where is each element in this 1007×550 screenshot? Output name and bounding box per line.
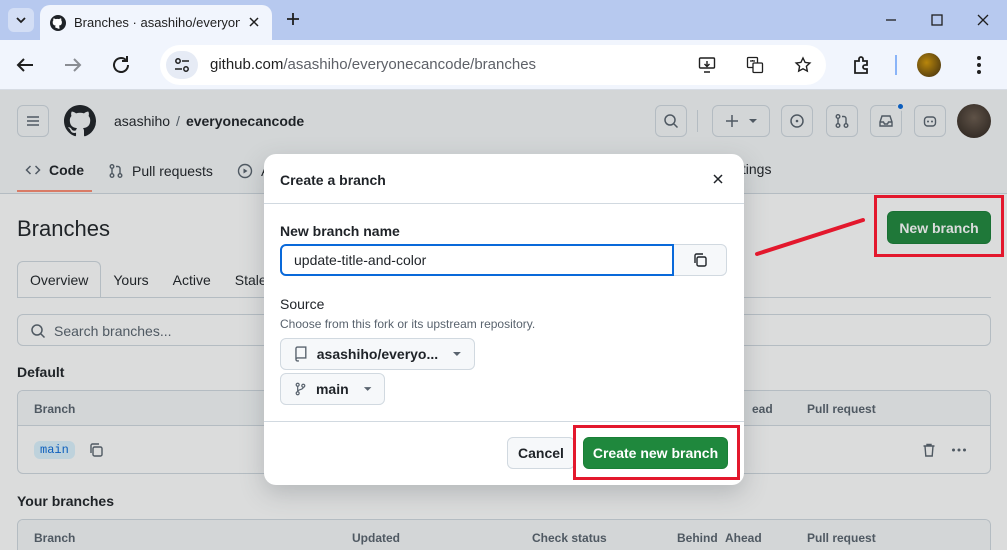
translate-icon[interactable] bbox=[746, 56, 764, 74]
annotation-box-create-branch bbox=[573, 425, 740, 480]
source-caption: Choose from this fork or its upstream re… bbox=[280, 317, 536, 331]
git-branch-icon bbox=[295, 382, 306, 396]
install-app-monitor-icon[interactable] bbox=[698, 56, 716, 74]
copy-icon bbox=[694, 253, 707, 267]
forward-arrow-icon[interactable] bbox=[61, 53, 85, 77]
annotation-box-new-branch bbox=[874, 195, 1004, 257]
tab-search-chevron-icon[interactable] bbox=[8, 8, 34, 32]
window-close-icon[interactable] bbox=[975, 12, 991, 28]
url-host: github.com bbox=[210, 56, 284, 73]
dialog-footer-divider bbox=[264, 421, 744, 422]
url-text: github.com/asashiho/everyonecancode/bran… bbox=[210, 56, 536, 73]
branch-name-input[interactable] bbox=[280, 244, 674, 276]
tab-close-icon[interactable] bbox=[246, 14, 262, 30]
browser-tab[interactable]: Branches · asashiho/everyone bbox=[40, 5, 272, 40]
branch-name-label: New branch name bbox=[280, 223, 400, 239]
bookmark-star-icon[interactable] bbox=[794, 56, 812, 74]
cancel-button[interactable]: Cancel bbox=[507, 437, 575, 469]
dialog-divider bbox=[264, 203, 744, 204]
browser-toolbar: github.com/asashiho/everyonecancode/bran… bbox=[0, 40, 1007, 90]
maximize-icon[interactable] bbox=[929, 12, 945, 28]
tab-title: Branches · asashiho/everyone bbox=[74, 15, 240, 30]
dialog-title: Create a branch bbox=[280, 172, 386, 188]
repo-icon bbox=[295, 346, 307, 362]
new-tab-plus-icon[interactable] bbox=[284, 10, 302, 28]
reload-icon[interactable] bbox=[109, 53, 133, 77]
github-favicon-icon bbox=[50, 14, 66, 31]
source-label: Source bbox=[280, 296, 325, 312]
toolbar-divider bbox=[895, 55, 897, 75]
profile-avatar[interactable] bbox=[917, 53, 941, 77]
repo-select-value: asashiho/everyo... bbox=[316, 346, 439, 362]
caret-down-icon bbox=[453, 352, 462, 356]
browser-tabstrip: Branches · asashiho/everyone bbox=[0, 0, 1007, 40]
annotation-arrow-line bbox=[755, 218, 865, 256]
url-path: /asashiho/everyonecancode/branches bbox=[283, 56, 537, 73]
branch-select-value: main bbox=[315, 381, 349, 397]
copy-button[interactable] bbox=[674, 244, 727, 276]
repo-select-button[interactable]: asashiho/everyo... bbox=[280, 338, 475, 370]
caret-down-icon bbox=[363, 387, 372, 391]
minimize-icon[interactable] bbox=[883, 12, 899, 28]
back-arrow-icon[interactable] bbox=[13, 53, 37, 77]
kebab-menu-icon[interactable] bbox=[967, 53, 991, 77]
close-icon[interactable] bbox=[710, 171, 726, 187]
address-bar[interactable]: github.com/asashiho/everyonecancode/bran… bbox=[160, 45, 826, 85]
extensions-puzzle-icon[interactable] bbox=[850, 53, 874, 77]
branch-select-button[interactable]: main bbox=[280, 373, 385, 405]
site-info-tune-icon[interactable] bbox=[166, 51, 198, 79]
